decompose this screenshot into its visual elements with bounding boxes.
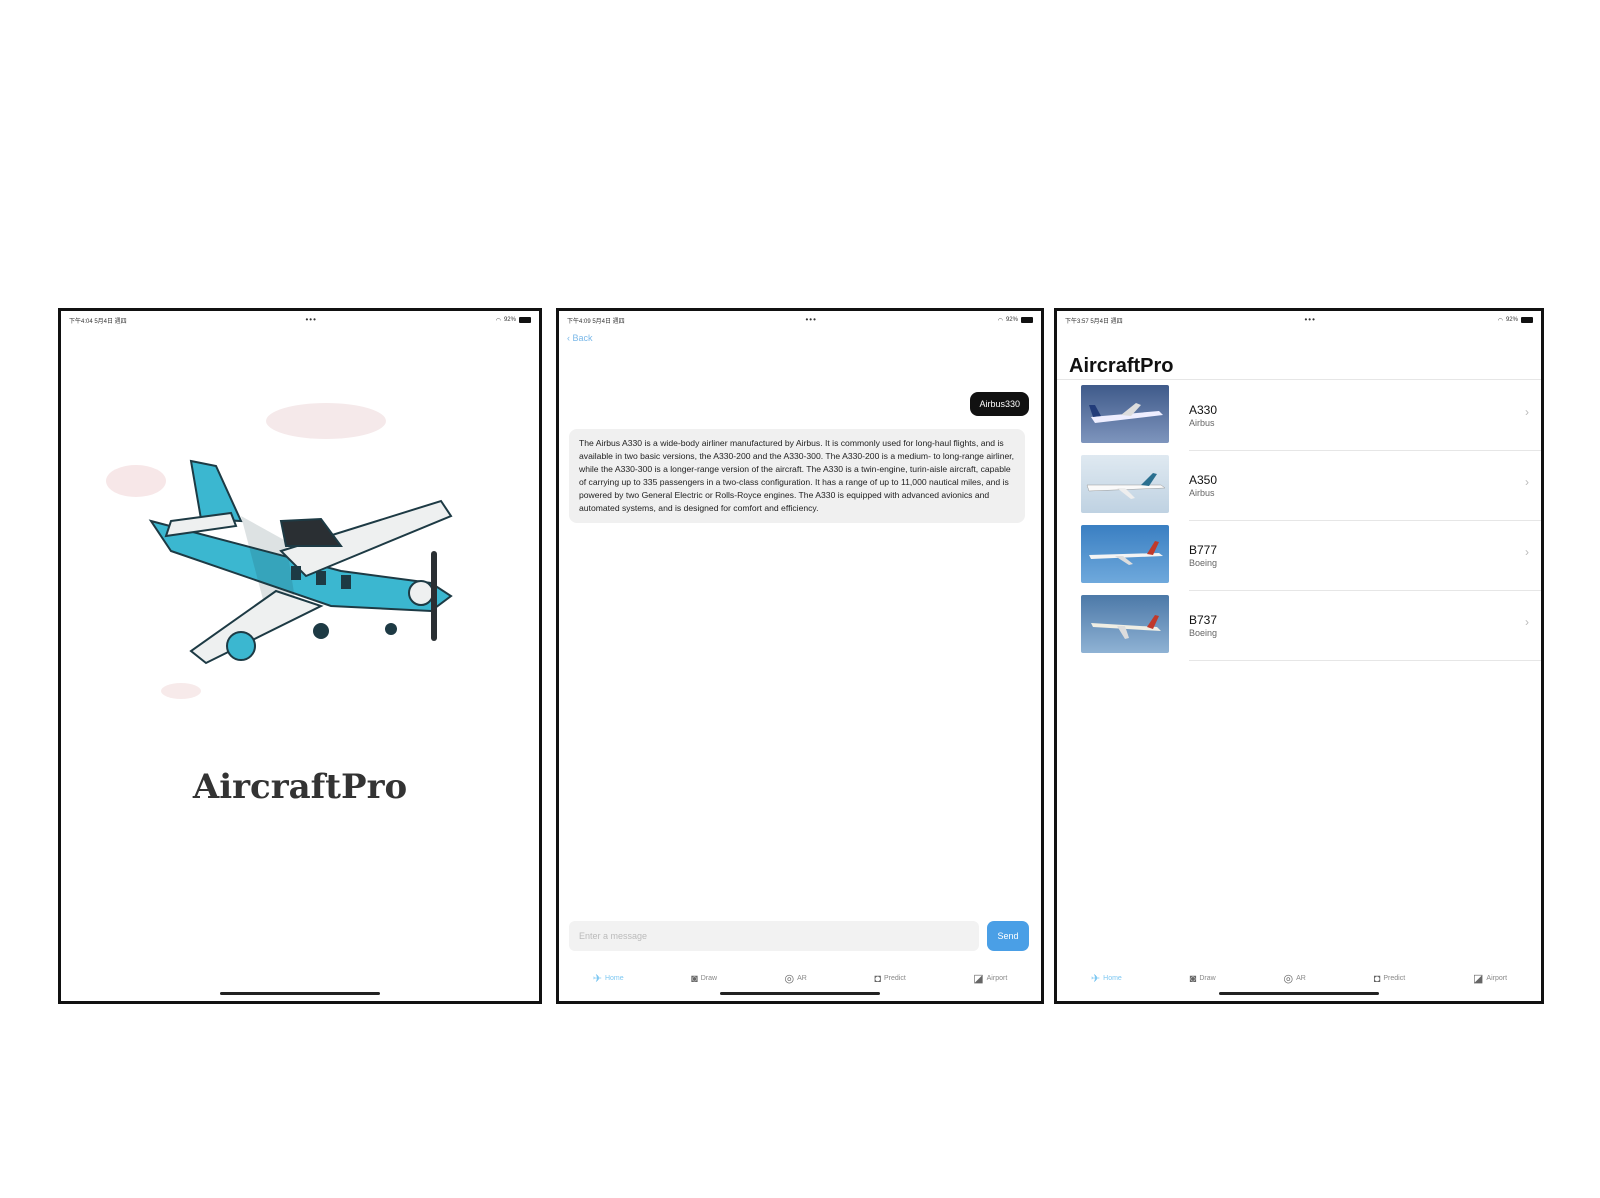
aircraft-maker: Airbus: [1189, 418, 1215, 428]
wifi-icon: ◠: [495, 317, 501, 324]
tab-home[interactable]: ✈ Home: [1091, 972, 1122, 985]
camera-icon: ◘: [874, 972, 881, 985]
tab-airport[interactable]: ◪ Airport: [973, 972, 1007, 985]
camera-icon: ◘: [1373, 972, 1381, 985]
chat-screen: 下午4:09 5月4日 週四 ••• ◠ 92% ‹ Back Airbus330…: [556, 308, 1044, 1004]
status-bar: 下午3:57 5月4日 週四 ••• ◠ 92%: [1065, 314, 1533, 326]
aircraft-name: A350: [1189, 473, 1218, 487]
chevron-right-icon: ›: [1525, 405, 1529, 419]
app-title: AircraftPro: [192, 767, 408, 807]
battery-icon: [1020, 317, 1033, 323]
aircraft-name: A330: [1189, 403, 1218, 417]
list-item[interactable]: B737 Boeing ›: [1081, 591, 1541, 661]
status-time: 下午4:09 5月4日 週四: [567, 318, 625, 325]
home-indicator: [1219, 992, 1379, 995]
chevron-right-icon: ›: [1525, 545, 1529, 559]
draw-icon: ◙: [1189, 972, 1197, 985]
battery-icon: [518, 317, 531, 323]
tab-label: Draw: [700, 975, 718, 982]
status-time: 下午4:04 5月4日 週四: [69, 318, 127, 325]
tab-label: Home: [604, 975, 624, 982]
list-item[interactable]: B777 Boeing ›: [1081, 521, 1541, 591]
back-label: Back: [572, 333, 593, 343]
home-indicator: [220, 992, 380, 995]
tab-label: Predict: [883, 975, 906, 982]
aircraft-maker: Boeing: [1189, 558, 1218, 568]
map-icon: ◪: [1473, 973, 1484, 985]
tab-label: Predict: [1383, 975, 1406, 982]
aircraft-thumbnail: [1081, 525, 1169, 583]
message-input[interactable]: Enter a message: [569, 921, 979, 951]
aircraft-list-screen: 下午3:57 5月4日 週四 ••• ◠ 92% AircraftPro A330…: [1054, 308, 1544, 1004]
airplane-illustration: [106, 403, 453, 699]
user-message-bubble: Airbus330: [970, 392, 1029, 416]
tab-ar[interactable]: ◎ AR: [785, 972, 807, 985]
airplane-icon: ✈: [592, 973, 602, 985]
chevron-left-icon: ‹: [567, 333, 570, 343]
status-time: 下午3:57 5月4日 週四: [1065, 318, 1123, 325]
multitask-dots: •••: [1304, 315, 1316, 324]
tab-label: Airport: [986, 975, 1008, 982]
home-indicator: [720, 992, 880, 995]
multitask-dots: •••: [805, 315, 817, 324]
aircraft-name: B737: [1189, 613, 1218, 627]
wifi-icon: ◠: [1497, 317, 1503, 324]
back-button[interactable]: ‹ Back: [567, 333, 593, 343]
divider: [1189, 660, 1541, 661]
tab-draw[interactable]: ◙ Draw: [691, 972, 717, 985]
tab-label: AR: [797, 975, 807, 982]
battery-percent: 92%: [1505, 317, 1518, 323]
map-icon: ◪: [973, 973, 984, 985]
chevron-right-icon: ›: [1525, 475, 1529, 489]
tab-label: Airport: [1486, 975, 1508, 982]
aircraft-name: B777: [1189, 543, 1218, 557]
status-bar: 下午4:09 5月4日 週四 ••• ◠ 92%: [567, 314, 1033, 326]
tab-ar[interactable]: ◎ AR: [1284, 972, 1306, 985]
ar-icon: ◎: [1283, 973, 1294, 985]
airplane-icon: ✈: [1090, 973, 1101, 985]
tab-predict[interactable]: ◘ Predict: [874, 972, 905, 985]
page-title: AircraftPro: [1069, 355, 1174, 377]
chevron-right-icon: ›: [1525, 615, 1529, 629]
multitask-dots: •••: [305, 315, 317, 324]
tab-draw[interactable]: ◙ Draw: [1190, 972, 1216, 985]
ar-icon: ◎: [784, 973, 795, 985]
tab-label: Draw: [1199, 975, 1216, 982]
list-item[interactable]: A350 Airbus ›: [1081, 451, 1541, 521]
draw-icon: ◙: [691, 972, 698, 985]
tab-predict[interactable]: ◘ Predict: [1374, 972, 1405, 985]
aircraft-thumbnail: [1081, 595, 1169, 653]
tab-label: AR: [1296, 975, 1306, 982]
battery-percent: 92%: [503, 317, 516, 323]
tab-bar: ✈ Home ◙ Draw ◎ AR ◘ Predict ◪ Airport: [559, 972, 1041, 986]
battery-icon: [1520, 317, 1533, 323]
aircraft-thumbnail: [1081, 455, 1169, 513]
aircraft-maker: Airbus: [1189, 488, 1215, 498]
aircraft-maker: Boeing: [1189, 628, 1218, 638]
splash-screen: 下午4:04 5月4日 週四 ••• ◠ 92% AircraftPro: [58, 308, 542, 1004]
wifi-icon: ◠: [997, 317, 1003, 324]
battery-percent: 92%: [1005, 317, 1018, 323]
aircraft-thumbnail: [1081, 385, 1169, 443]
send-button[interactable]: Send: [987, 921, 1029, 951]
tab-home[interactable]: ✈ Home: [593, 972, 624, 985]
assistant-message-bubble: The Airbus A330 is a wide-body airliner …: [569, 429, 1025, 523]
list-item[interactable]: A330 Airbus ›: [1081, 381, 1541, 451]
tab-bar: ✈ Home ◙ Draw ◎ AR ◘ Predict ◪ Airport: [1057, 972, 1541, 986]
status-bar: 下午4:04 5月4日 週四 ••• ◠ 92%: [69, 314, 531, 326]
tab-airport[interactable]: ◪ Airport: [1473, 972, 1507, 985]
divider: [1057, 379, 1541, 380]
tab-label: Home: [1103, 975, 1122, 982]
